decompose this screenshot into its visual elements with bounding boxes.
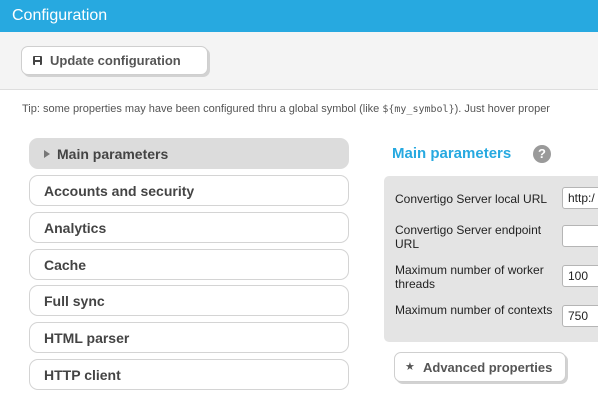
sidebar-item-full-sync[interactable]: Full sync	[29, 285, 349, 316]
caret-right-icon	[44, 150, 50, 158]
tip-text-start: Tip: some properties may have been confi…	[22, 103, 383, 115]
page-title: Configuration	[12, 7, 108, 24]
star-icon: ★	[405, 361, 415, 373]
max-contexts-label: Maximum number of contexts	[395, 303, 553, 317]
save-icon	[33, 56, 42, 65]
sidebar-item-label: Accounts and security	[44, 183, 195, 199]
sidebar-item-label: Main parameters	[57, 146, 169, 162]
advanced-properties-button[interactable]: ★ Advanced properties	[394, 352, 566, 382]
sidebar-item-http-client[interactable]: HTTP client	[29, 359, 349, 390]
tip-symbol-example: ${my_symbol}	[382, 104, 455, 115]
sidebar-item-label: Cache	[44, 257, 87, 273]
sidebar-item-cache[interactable]: Cache	[29, 249, 349, 280]
max-worker-threads-field[interactable]	[562, 265, 598, 287]
sidebar-item-main-parameters[interactable]: Main parameters	[29, 138, 349, 169]
max-contexts-field[interactable]	[562, 305, 598, 327]
sidebar-item-label: HTTP client	[44, 367, 121, 383]
help-icon[interactable]: ?	[533, 145, 551, 163]
tip-text: Tip: some properties may have been confi…	[22, 103, 598, 115]
server-endpoint-url-field[interactable]	[562, 225, 598, 247]
section-title: Main parameters	[392, 145, 512, 162]
server-endpoint-url-label: Convertigo Server endpoint URL	[395, 223, 542, 251]
sidebar-item-html-parser[interactable]: HTML parser	[29, 322, 349, 353]
sidebar-item-label: HTML parser	[44, 330, 130, 346]
sidebar-item-label: Full sync	[44, 293, 105, 309]
update-configuration-label: Update configuration	[50, 53, 181, 68]
sidebar-item-analytics[interactable]: Analytics	[29, 212, 349, 243]
advanced-properties-label: Advanced properties	[423, 360, 553, 375]
max-worker-threads-label: Maximum number of worker threads	[395, 263, 544, 291]
server-local-url-label: Convertigo Server local URL	[395, 192, 548, 206]
main-parameters-panel: Convertigo Server local URL Convertigo S…	[384, 176, 598, 342]
title-bar: Configuration	[0, 0, 598, 32]
update-configuration-button[interactable]: Update configuration	[21, 46, 208, 75]
tip-text-end: ). Just hover proper	[454, 103, 550, 115]
sidebar-item-label: Analytics	[44, 220, 107, 236]
sidebar-item-accounts-and-security[interactable]: Accounts and security	[29, 175, 349, 206]
server-local-url-field[interactable]	[562, 187, 598, 209]
toolbar: Update configuration	[0, 32, 598, 90]
